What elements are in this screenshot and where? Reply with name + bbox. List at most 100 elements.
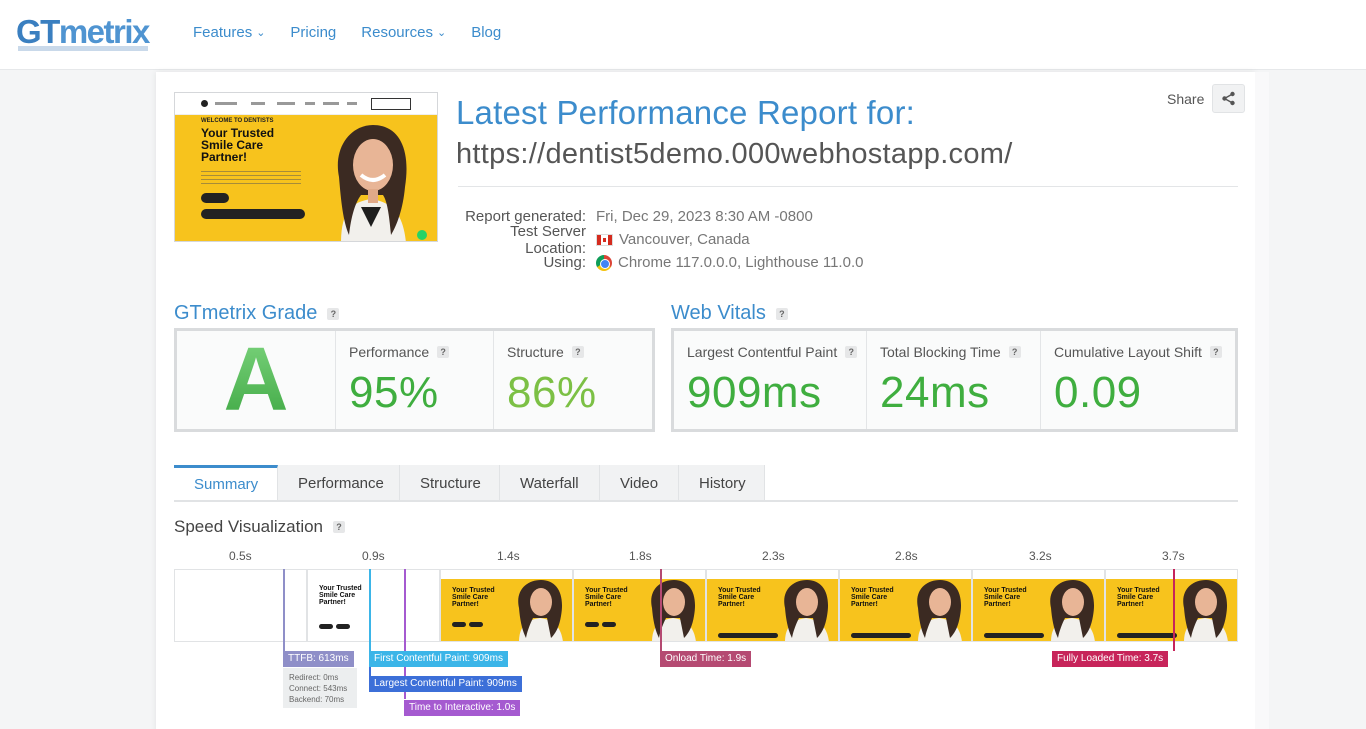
timeline-tick: 3.2s [1029, 549, 1052, 563]
nav-blog[interactable]: Blog [471, 24, 501, 41]
share-control[interactable]: Share [1167, 84, 1246, 113]
web-vitals-panel: Largest Contentful Paint ? 909ms Total B… [671, 328, 1238, 432]
meta-row-location: Test Server Location: Vancouver, Canada [456, 223, 863, 257]
nav-pricing[interactable]: Pricing [290, 24, 336, 41]
filmstrip-frame[interactable]: Your Trusted Smile Care Partner! [706, 569, 839, 642]
frame-button [452, 622, 466, 627]
filmstrip-frame[interactable]: Your Trusted Smile Care Partner! [1105, 569, 1238, 642]
filmstrip-frame[interactable]: Your Trusted Smile Care Partner! [972, 569, 1105, 642]
meta-row-using: Using: Chrome 117.0.0.0, Lighthouse 11.0… [456, 251, 863, 274]
tabs-underline [174, 500, 1238, 502]
onload-marker-line [660, 569, 662, 651]
grade-letter-cell: A [177, 331, 336, 429]
tab-video[interactable]: Video [600, 465, 679, 501]
ttfb-redirect: Redirect: 0ms [289, 673, 339, 682]
frame-heading: Your Trusted Smile Care Partner! [1117, 587, 1160, 608]
meta-value: Vancouver, Canada [596, 231, 750, 248]
timeline-tick: 0.9s [362, 549, 385, 563]
meta-key: Using: [543, 254, 586, 271]
frame-photo [1183, 580, 1228, 641]
nav-features-label: Features [193, 24, 253, 41]
filmstrip-frame[interactable]: Your Trusted Smile Care Partner! [839, 569, 972, 642]
timeline-tick: 1.4s [497, 549, 520, 563]
share-icon [1222, 91, 1236, 106]
filmstrip-frame[interactable]: Your Trusted Smile Care Partner! [440, 569, 573, 642]
web-vitals-heading: Web Vitals ? [671, 302, 788, 325]
help-icon[interactable]: ? [571, 346, 584, 358]
onload-label[interactable]: Onload Time: 1.9s [660, 651, 752, 667]
speed-visualization-title: Speed Visualization [174, 517, 324, 536]
timeline-tick: 1.8s [629, 549, 652, 563]
grade-letter: A [223, 330, 289, 430]
frame-heading: Your Trusted Smile Care Partner! [718, 587, 761, 608]
help-icon[interactable]: ? [1209, 346, 1222, 358]
cls-cell: Cumulative Layout Shift ? 0.09 [1041, 331, 1235, 429]
tab-structure[interactable]: Structure [400, 465, 500, 501]
filmstrip-frame[interactable]: Your Trusted Smile Care Partner! [307, 569, 440, 642]
timeline-tick: 0.5s [229, 549, 252, 563]
grade-panel: A Performance ? 95% Structure ? 86% [174, 328, 655, 432]
filmstrip-frame-blank[interactable] [174, 569, 307, 642]
cls-value: 0.09 [1054, 368, 1142, 417]
lcp-label-row: Largest Contentful Paint ? [687, 344, 866, 360]
frame-button [469, 622, 483, 627]
fcp-marker-line [369, 569, 371, 651]
tti-label[interactable]: Time to Interactive: 1.0s [404, 700, 521, 716]
tbt-cell: Total Blocking Time ? 24ms [867, 331, 1041, 429]
share-button[interactable] [1212, 84, 1246, 113]
report-url[interactable]: https://dentist5demo.000webhostapp.com/ [456, 138, 1013, 171]
frame-photo [917, 580, 962, 641]
thumbnail-nav-link [277, 102, 295, 105]
thumbnail-navbar [175, 93, 437, 115]
tab-waterfall[interactable]: Waterfall [500, 465, 600, 501]
frame-heading: Your Trusted Smile Care Partner! [984, 587, 1027, 608]
logo-underline [18, 46, 148, 51]
ttfb-breakdown: Redirect: 0ms Connect: 543ms Backend: 70… [283, 668, 357, 708]
generated-date: Fri, Dec 29, 2023 8:30 AM -0800 [596, 208, 813, 225]
help-icon[interactable]: ? [775, 307, 788, 320]
nav-blog-label: Blog [471, 24, 502, 41]
fully-loaded-label[interactable]: Fully Loaded Time: 3.7s [1052, 651, 1169, 667]
timeline-tick: 2.8s [895, 549, 918, 563]
nav-resources[interactable]: Resources ⌄ [361, 24, 446, 41]
thumbnail-logo-icon [201, 100, 208, 107]
thumbnail-cta-bar [201, 209, 305, 219]
frame-button [319, 624, 333, 629]
lcp-label[interactable]: Largest Contentful Paint: 909ms [369, 676, 522, 692]
meta-key: Test Server Location: [510, 222, 586, 257]
frame-cta-bar [851, 633, 911, 638]
fully-loaded-marker-line [1173, 569, 1175, 651]
thumbnail-nav-link [305, 102, 315, 105]
help-icon[interactable]: ? [1008, 346, 1021, 358]
nav-features[interactable]: Features ⌄ [193, 24, 265, 41]
tab-history[interactable]: History [679, 465, 765, 501]
meta-value: Fri, Dec 29, 2023 8:30 AM -0800 [596, 208, 813, 225]
performance-score: 95% [349, 368, 439, 417]
chevron-down-icon: ⌄ [256, 27, 266, 39]
thumbnail-nav-link [215, 102, 237, 105]
structure-score: 86% [507, 368, 597, 417]
help-icon[interactable]: ? [437, 346, 450, 358]
site-screenshot-thumbnail[interactable]: WELCOME TO DENTISTS Your Trusted Smile C… [174, 92, 438, 242]
fcp-label[interactable]: First Contentful Paint: 909ms [369, 651, 508, 667]
help-icon[interactable]: ? [333, 521, 346, 533]
frame-cta-bar [984, 633, 1044, 638]
cls-label: Cumulative Layout Shift [1054, 344, 1202, 360]
help-icon[interactable]: ? [845, 346, 858, 358]
ttfb-label[interactable]: TTFB: 613ms [283, 651, 354, 667]
page-margin [1255, 72, 1269, 729]
help-icon[interactable]: ? [327, 307, 340, 320]
tbt-label-row: Total Blocking Time ? [880, 344, 1040, 360]
thumbnail-nav-link [251, 102, 265, 105]
performance-label: Performance [349, 344, 430, 360]
frame-photo [1050, 580, 1095, 641]
performance-label-row: Performance ? [349, 344, 493, 360]
tab-summary[interactable]: Summary [174, 465, 278, 501]
frame-button [585, 622, 599, 627]
thumbnail-heading: Your Trusted Smile Care Partner! [201, 126, 275, 164]
timeline-tick: 2.3s [762, 549, 785, 563]
filmstrip-frame[interactable]: Your Trusted Smile Care Partner! [573, 569, 706, 642]
meta-value: Chrome 117.0.0.0, Lighthouse 11.0.0 [596, 254, 863, 271]
report-tabs: Summary Performance Structure Waterfall … [174, 465, 765, 501]
tab-performance[interactable]: Performance [278, 465, 400, 501]
